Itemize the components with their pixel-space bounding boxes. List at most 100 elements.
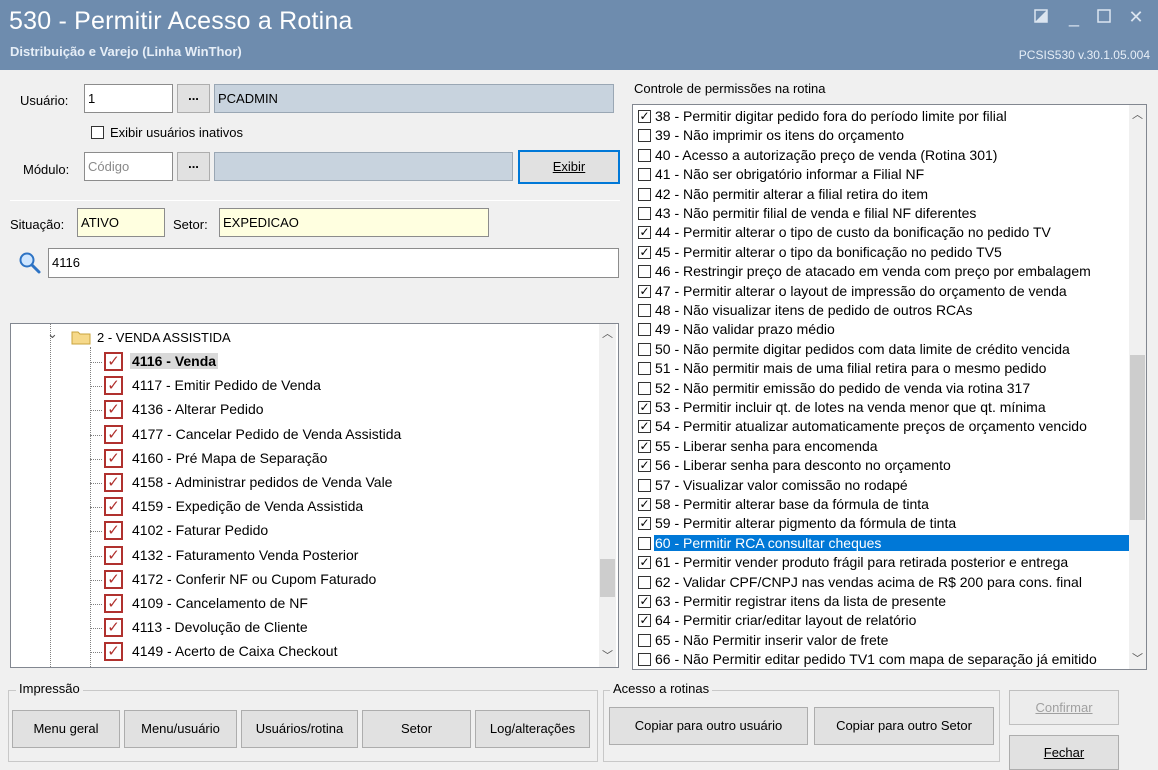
permission-checkbox[interactable]: ✓ xyxy=(638,245,651,259)
scroll-thumb[interactable] xyxy=(1130,355,1145,520)
modulo-browse-button[interactable]: ... xyxy=(177,152,210,181)
permissions-scrollbar[interactable]: ︿ ﹀ xyxy=(1129,105,1146,669)
permission-checkbox[interactable]: ✓ xyxy=(638,420,651,434)
maximize-icon[interactable] xyxy=(1093,6,1115,28)
tree-item-checkbox[interactable]: ✓ xyxy=(104,352,123,371)
permission-checkbox[interactable]: ✓ xyxy=(638,401,651,414)
permission-item[interactable]: ✓ 45 - Permitir alterar o tipo da bonific… xyxy=(633,243,1130,262)
permission-item[interactable]: 52 - Não permitir emissão do pedido de v… xyxy=(633,379,1130,398)
permission-checkbox[interactable]: ✓ xyxy=(638,517,651,531)
permission-checkbox[interactable] xyxy=(638,323,651,337)
permission-item[interactable]: 66 - Não Permitir editar pedido TV1 com … xyxy=(633,650,1130,669)
permission-checkbox[interactable] xyxy=(638,187,651,201)
permission-item[interactable]: 51 - Não permitir mais de uma filial ret… xyxy=(633,359,1130,378)
permission-item[interactable]: 48 - Não visualizar itens de pedido de o… xyxy=(633,301,1130,320)
tree-item-checkbox[interactable]: ✓ xyxy=(104,594,123,613)
permission-item[interactable]: 43 - Não permitir filial de venda e fili… xyxy=(633,204,1130,223)
tree-item-checkbox[interactable]: ✓ xyxy=(104,400,123,420)
permission-item[interactable]: 57 - Visualizar valor comissão no rodapé xyxy=(633,476,1130,495)
search-icon[interactable] xyxy=(18,251,42,275)
usuario-browse-button[interactable]: ... xyxy=(177,84,210,113)
permission-item[interactable]: 49 - Não validar prazo médio xyxy=(633,320,1130,339)
permission-checkbox[interactable]: ✓ xyxy=(638,284,651,298)
chevron-down-icon[interactable]: ⌄ xyxy=(47,326,58,342)
tree-scrollbar[interactable]: ︿ ﹀ xyxy=(599,324,616,667)
tree-item-checkbox[interactable]: ✓ xyxy=(104,642,123,662)
permission-checkbox[interactable] xyxy=(638,381,651,395)
permission-checkbox[interactable]: ✓ xyxy=(638,556,651,570)
tree-item-checkbox[interactable]: ✓ xyxy=(104,666,123,667)
permission-checkbox[interactable]: ✓ xyxy=(638,498,651,511)
permission-checkbox[interactable] xyxy=(638,342,651,356)
permission-checkbox[interactable]: ✓ xyxy=(638,614,651,628)
minimize-icon[interactable]: _ xyxy=(1063,6,1085,28)
log-alteracoes-button[interactable]: Log/alterações xyxy=(475,710,590,748)
fechar-button[interactable]: Fechar xyxy=(1009,735,1119,770)
permission-item[interactable]: ✓ 54 - Permitir atualizar automaticamente… xyxy=(633,417,1130,436)
copiar-setor-button[interactable]: Copiar para outro Setor xyxy=(814,707,994,745)
exibir-button[interactable]: Exibir xyxy=(518,150,620,184)
menu-usuario-button[interactable]: Menu/usuário xyxy=(124,710,237,748)
tree-item-checkbox[interactable]: ✓ xyxy=(104,569,123,589)
scroll-thumb[interactable] xyxy=(600,559,615,597)
permission-checkbox[interactable]: ✓ xyxy=(638,595,651,608)
permission-checkbox[interactable] xyxy=(638,362,651,376)
tree-item-checkbox[interactable]: ✓ xyxy=(104,618,123,638)
permission-checkbox[interactable]: ✓ xyxy=(638,459,651,473)
permission-checkbox[interactable] xyxy=(638,304,651,317)
tree-item-checkbox[interactable]: ✓ xyxy=(104,376,123,396)
usuarios-rotina-button[interactable]: Usuários/rotina xyxy=(241,710,358,748)
permission-item[interactable]: ✓ 58 - Permitir alterar base da fórmula d… xyxy=(633,495,1130,514)
tree-item-checkbox[interactable]: ✓ xyxy=(104,545,123,565)
permission-item[interactable]: ✓ 55 - Liberar senha para encomenda xyxy=(633,437,1130,456)
permission-checkbox[interactable]: ✓ xyxy=(638,110,651,123)
permission-checkbox[interactable] xyxy=(638,168,651,182)
permission-checkbox[interactable] xyxy=(638,478,651,492)
permission-checkbox[interactable] xyxy=(638,653,651,667)
copiar-usuario-button[interactable]: Copiar para outro usuário xyxy=(609,707,808,745)
chevron-up-icon[interactable]: ︿ xyxy=(1129,107,1146,124)
permission-checkbox[interactable] xyxy=(638,148,651,162)
tree-item-checkbox[interactable]: ✓ xyxy=(104,497,123,517)
chevron-up-icon[interactable]: ︿ xyxy=(599,326,616,343)
permission-item[interactable]: ✓ 53 - Permitir incluir qt. de lotes na v… xyxy=(633,398,1130,417)
usuario-code-input[interactable]: 1 xyxy=(84,84,173,113)
menu-geral-button[interactable]: Menu geral xyxy=(12,710,120,748)
chevron-down-icon[interactable]: ﹀ xyxy=(599,648,616,665)
routine-tree[interactable]: ⌄ 2 - VENDA ASSISTIDA ✓ 4116 - Venda ✓ 4117… xyxy=(10,323,619,668)
chevron-down-icon[interactable]: ﹀ xyxy=(1129,651,1146,668)
permission-item[interactable]: ✓ 38 - Permitir digitar pedido fora do pe… xyxy=(633,107,1130,126)
confirmar-button[interactable]: Confirmar xyxy=(1009,690,1119,725)
permission-item[interactable]: 60 - Permitir RCA consultar cheques xyxy=(633,534,1130,553)
permission-item[interactable]: ✓ 61 - Permitir vender produto frágil par… xyxy=(633,553,1130,572)
permission-item[interactable]: ✓ 44 - Permitir alterar o tipo de custo d… xyxy=(633,223,1130,242)
tree-item-checkbox[interactable]: ✓ xyxy=(104,448,123,468)
permission-item[interactable]: ✓ 56 - Liberar senha para desconto no orç… xyxy=(633,456,1130,475)
tree-item-checkbox[interactable]: ✓ xyxy=(104,473,123,492)
tree-item-checkbox[interactable]: ✓ xyxy=(104,424,123,444)
permission-checkbox[interactable]: ✓ xyxy=(638,226,651,240)
permission-item[interactable]: ✓ 59 - Permitir alterar pigmento da fórmu… xyxy=(633,514,1130,533)
permission-item[interactable]: 42 - Não permitir alterar a filial retir… xyxy=(633,185,1130,204)
permission-item[interactable]: ✓ 47 - Permitir alterar o layout de impre… xyxy=(633,282,1130,301)
permission-item[interactable]: 62 - Validar CPF/CNPJ nas vendas acima d… xyxy=(633,573,1130,592)
setor-button[interactable]: Setor xyxy=(362,710,471,748)
permission-checkbox[interactable] xyxy=(638,265,651,279)
permissions-list[interactable]: ✓ 38 - Permitir digitar pedido fora do pe… xyxy=(632,104,1147,670)
permission-checkbox[interactable] xyxy=(638,129,651,143)
permission-item[interactable]: 39 - Não imprimir os itens do orçamento xyxy=(633,126,1130,145)
permission-item[interactable]: 41 - Não ser obrigatório informar a Fili… xyxy=(633,165,1130,184)
permission-item[interactable]: 40 - Acesso a autorização preço de venda… xyxy=(633,146,1130,165)
permission-checkbox[interactable] xyxy=(638,536,651,550)
inativos-checkbox[interactable] xyxy=(91,126,104,139)
close-icon[interactable]: ✕ xyxy=(1125,6,1147,28)
permission-item[interactable]: ✓ 64 - Permitir criar/editar layout de re… xyxy=(633,611,1130,630)
permission-item[interactable]: 65 - Não Permitir inserir valor de frete xyxy=(633,631,1130,650)
permission-item[interactable]: ✓ 63 - Permitir registrar itens da lista … xyxy=(633,592,1130,611)
permission-item[interactable]: 50 - Não permite digitar pedidos com dat… xyxy=(633,340,1130,359)
restore-icon[interactable] xyxy=(1030,6,1052,28)
tree-item-checkbox[interactable]: ✓ xyxy=(104,521,123,541)
modulo-code-input[interactable]: Código xyxy=(84,152,173,181)
permission-checkbox[interactable]: ✓ xyxy=(638,439,651,453)
permission-item[interactable]: 46 - Restringir preço de atacado em vend… xyxy=(633,262,1130,281)
